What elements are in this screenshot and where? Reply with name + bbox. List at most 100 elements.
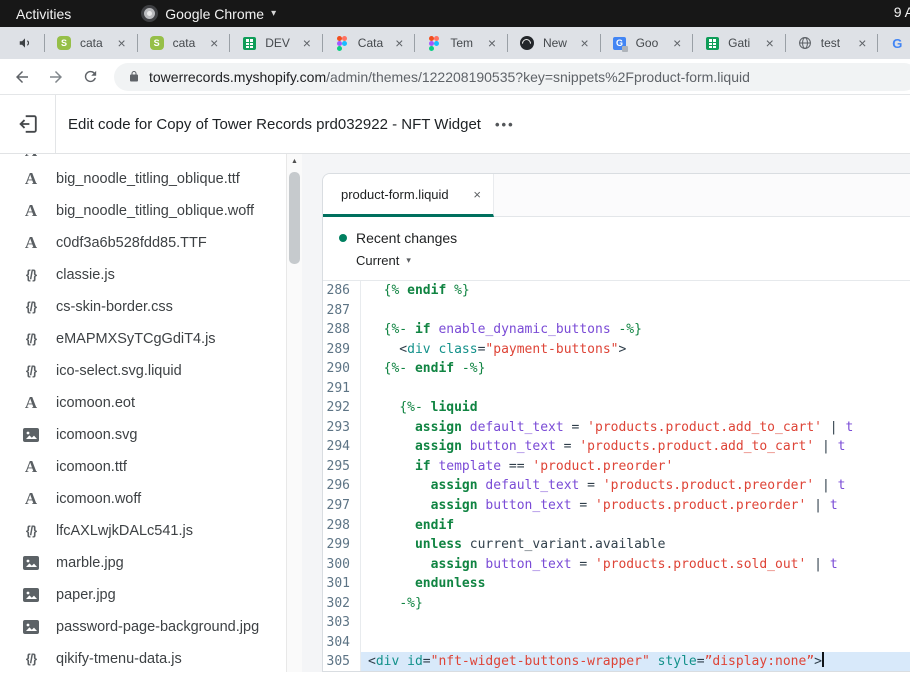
recent-changes-status: Recent changes [323, 230, 910, 246]
line-content: assign default_text = 'products.product.… [360, 418, 910, 438]
line-number: 297 [323, 496, 360, 516]
lock-icon[interactable] [128, 70, 140, 83]
code-line[interactable]: 302 -%} [323, 594, 910, 614]
file-name: paper.jpg [56, 587, 116, 603]
line-number: 294 [323, 437, 360, 457]
font-file-icon: A [20, 201, 42, 221]
code-line[interactable]: 297 assign button_text = 'products.produ… [323, 496, 910, 516]
file-item[interactable]: {/}cs-skin-border.css [0, 291, 286, 323]
tab-close-icon[interactable]: × [855, 36, 869, 50]
code-line[interactable]: 292 {%- liquid [323, 398, 910, 418]
tab-close-icon[interactable]: × [763, 36, 777, 50]
code-line[interactable]: 286 {% endif %} [323, 281, 910, 301]
code-line[interactable]: 288 {%- if enable_dynamic_buttons -%} [323, 320, 910, 340]
browser-tab[interactable]: DEV× [229, 27, 322, 59]
activities-button[interactable]: Activities [16, 6, 71, 22]
recent-changes-label: Recent changes [356, 230, 457, 246]
code-line[interactable]: 291 [323, 379, 910, 399]
code-line[interactable]: 303 [323, 613, 910, 633]
editor-tab[interactable]: product-form.liquid × [323, 174, 494, 217]
code-area[interactable]: 286 {% endif %}287288 {%- if enable_dyna… [323, 281, 910, 671]
tab-close-icon[interactable]: × [392, 36, 406, 50]
app-menu[interactable]: Google Chrome ▾ [141, 5, 276, 22]
line-number: 287 [323, 301, 360, 321]
address-bar[interactable]: towerrecords.myshopify.com/admin/themes/… [114, 63, 910, 91]
file-item[interactable]: Aicomoon.eot [0, 387, 286, 419]
exit-code-editor-button[interactable] [0, 95, 56, 153]
code-line[interactable]: 305<div id="nft-widget-buttons-wrapper" … [323, 652, 910, 671]
code-line[interactable]: 304 [323, 633, 910, 653]
browser-tab[interactable]: Scata× [137, 27, 230, 59]
line-number: 299 [323, 535, 360, 555]
code-line[interactable]: 298 endif [323, 516, 910, 536]
code-file-icon: {/} [20, 268, 42, 282]
file-item[interactable]: password-page-background.jpg [0, 611, 286, 643]
tab-close-icon[interactable]: × [115, 36, 129, 50]
scrollbar-thumb[interactable] [289, 172, 300, 264]
file-item[interactable]: {/}lfcAXLwjkDALc541.js [0, 515, 286, 547]
text-cursor [822, 652, 824, 667]
code-line[interactable]: 301 endunless [323, 574, 910, 594]
browser-tab[interactable]: Scata× [44, 27, 137, 59]
browser-tab[interactable]: New× [507, 27, 600, 59]
code-line[interactable]: 289 <div class="payment-buttons"> [323, 340, 910, 360]
version-dropdown[interactable]: Current ▾ [356, 253, 411, 268]
file-item[interactable]: Ac0df3a6b528fdd85.TTF [0, 227, 286, 259]
browser-tab[interactable]: test× [785, 27, 878, 59]
file-item[interactable]: {/}classie.js [0, 259, 286, 291]
tab-title: cata [173, 36, 204, 50]
code-line[interactable]: 300 assign button_text = 'products.produ… [323, 555, 910, 575]
file-item[interactable]: {/}ico-select.svg.liquid [0, 355, 286, 387]
line-number: 296 [323, 476, 360, 496]
file-name: big_noodle_titling_oblique.ttf [56, 171, 240, 187]
file-name: password-page-background.jpg [56, 619, 259, 635]
system-bar: Activities Google Chrome ▾ 9 A [0, 0, 910, 27]
tab-close-icon[interactable]: × [485, 36, 499, 50]
file-item[interactable]: Abig_noodle_titling_oblique.ttf [0, 163, 286, 195]
line-content: <div class="payment-buttons"> [360, 340, 910, 360]
file-item[interactable]: {/}eMAPMXSyTCgGdiT4.js [0, 323, 286, 355]
app-menu-label: Google Chrome [165, 6, 264, 22]
reload-button[interactable] [78, 65, 102, 89]
tab-close-icon[interactable]: × [300, 36, 314, 50]
more-options-button[interactable]: ••• [495, 117, 515, 132]
browser-tab[interactable]: Cata× [322, 27, 415, 59]
sidebar-scrollbar[interactable]: ▲ [286, 154, 302, 672]
code-line[interactable]: 295 if template == 'product.preorder' [323, 457, 910, 477]
browser-tab[interactable]: Gati× [692, 27, 785, 59]
browser-tab[interactable]: Tem× [414, 27, 507, 59]
file-item[interactable]: {/}qikify-tmenu-data.js [0, 643, 286, 672]
file-item[interactable]: Aicomoon.woff [0, 483, 286, 515]
tab-favicon-sheets-icon [704, 35, 720, 51]
tab-close-icon[interactable]: × [578, 36, 592, 50]
code-line[interactable]: 296 assign default_text = 'products.prod… [323, 476, 910, 496]
file-list: A Abig_noodle_titling_oblique.ttfAbig_no… [0, 154, 286, 672]
back-button[interactable] [10, 65, 34, 89]
line-content: {% endif %} [360, 281, 910, 301]
code-line[interactable]: 293 assign default_text = 'products.prod… [323, 418, 910, 438]
code-line[interactable]: 299 unless current_variant.available [323, 535, 910, 555]
file-item[interactable]: Abig_noodle_titling_oblique.woff [0, 195, 286, 227]
forward-button[interactable] [44, 65, 68, 89]
browser-tab[interactable]: G [877, 27, 910, 59]
system-clock[interactable]: 9 A [894, 4, 910, 20]
tab-close-icon[interactable]: × [670, 36, 684, 50]
scroll-up-arrow-icon[interactable]: ▲ [287, 154, 302, 170]
code-file-icon: {/} [20, 524, 42, 538]
file-item[interactable]: icomoon.svg [0, 419, 286, 451]
speaker-icon[interactable] [18, 36, 32, 55]
line-content: endunless [360, 574, 910, 594]
editor-tab-close-icon[interactable]: × [473, 187, 481, 202]
url-path: /admin/themes/122208190535?key=snippets%… [326, 69, 750, 85]
code-line[interactable]: 294 assign button_text = 'products.produ… [323, 437, 910, 457]
tab-close-icon[interactable]: × [207, 36, 221, 50]
file-item[interactable]: marble.jpg [0, 547, 286, 579]
url-text: towerrecords.myshopify.com/admin/themes/… [149, 69, 750, 85]
file-name: c0df3a6b528fdd85.TTF [56, 235, 207, 251]
code-line[interactable]: 290 {%- endif -%} [323, 359, 910, 379]
code-line[interactable]: 287 [323, 301, 910, 321]
file-item[interactable]: paper.jpg [0, 579, 286, 611]
browser-tab[interactable]: GGoo× [600, 27, 693, 59]
font-file-icon: A [20, 233, 42, 253]
file-item[interactable]: Aicomoon.ttf [0, 451, 286, 483]
